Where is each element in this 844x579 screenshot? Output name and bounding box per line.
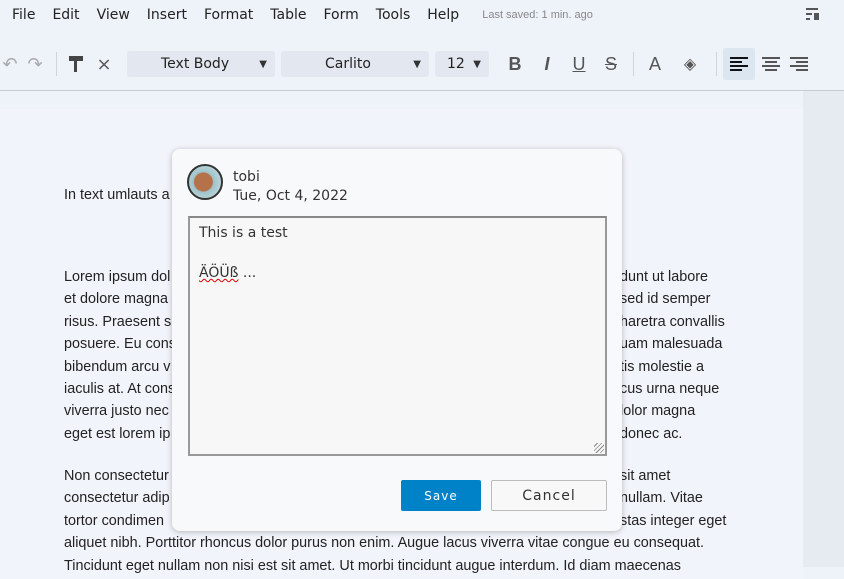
- paragraph-style-value: Text Body: [161, 56, 230, 72]
- toolbar-divider: [56, 52, 57, 76]
- menu-tools[interactable]: Tools: [376, 7, 411, 23]
- align-left-icon[interactable]: [723, 48, 755, 80]
- menu-file[interactable]: File: [12, 7, 35, 23]
- chevron-down-icon: ▼: [413, 58, 421, 70]
- menu-edit[interactable]: Edit: [52, 7, 79, 23]
- document-text-line: eget est lorem ip: [64, 425, 171, 442]
- comment-dialog: tobi Tue, Oct 4, 2022 This is a test ÄÖÜ…: [172, 149, 622, 531]
- font-select[interactable]: Carlito ▼: [281, 51, 429, 77]
- document-text-line: tortor condimen: [64, 512, 164, 529]
- document-text-line-fragment: lolor magna: [620, 403, 696, 420]
- menu-bar: File Edit View Insert Format Table Form …: [0, 0, 844, 30]
- toolbar-divider: [633, 52, 634, 76]
- document-text-line-fragment: stas integer eget: [620, 512, 727, 529]
- avatar: [187, 164, 223, 200]
- document-text-line-fragment: haretra convallis: [620, 313, 725, 330]
- comment-date: Tue, Oct 4, 2022: [233, 188, 348, 204]
- document-text-line: Tincidunt eget nullam non nisi est sit a…: [64, 557, 681, 574]
- document-text-line: aliquet nibh. Porttitor rhoncus dolor pu…: [64, 535, 704, 552]
- chevron-down-icon: ▼: [259, 58, 267, 70]
- document-text-line: viverra justo nec: [64, 403, 169, 420]
- document-text-line: et dolore magna: [64, 291, 169, 308]
- sidebar-toggle-icon[interactable]: [806, 7, 820, 21]
- toolbar: ↶ ↷ ⨯ Text Body ▼ Carlito ▼ 12 ▼ B I U S A …: [0, 40, 844, 88]
- document-text-line: Lorem ipsum dol: [64, 269, 171, 285]
- document-text-line-fragment: tis molestie a: [620, 358, 704, 375]
- undo-icon[interactable]: ↶: [0, 48, 20, 80]
- menu-help[interactable]: Help: [427, 7, 459, 23]
- document-text-line-fragment: sed id semper: [620, 291, 711, 308]
- comment-textarea[interactable]: This is a test ÄÖÜß ...: [188, 216, 607, 456]
- misspelled-word[interactable]: ÄÖÜß: [199, 265, 238, 281]
- strikethrough-button[interactable]: S: [595, 48, 627, 80]
- redo-icon[interactable]: ↷: [20, 48, 50, 80]
- toolbar-divider: [716, 52, 717, 76]
- font-size-value: 12: [447, 56, 465, 72]
- document-text-line-fragment: sit amet: [620, 468, 671, 484]
- comment-line: This is a test: [199, 225, 288, 241]
- clear-formatting-icon[interactable]: ⨯: [89, 48, 119, 80]
- menu-insert[interactable]: Insert: [147, 7, 187, 23]
- comment-line: ...: [238, 265, 257, 281]
- resize-handle[interactable]: [594, 443, 604, 453]
- bold-button[interactable]: B: [499, 48, 531, 80]
- document-text-line-fragment: nullam. Vitae: [620, 490, 703, 507]
- menu-view[interactable]: View: [97, 7, 130, 23]
- document-text-line: iaculis at. At cons: [64, 381, 176, 397]
- menu-table[interactable]: Table: [270, 7, 306, 23]
- save-button[interactable]: Save: [401, 480, 481, 511]
- toolbar-divider-line: [0, 90, 844, 91]
- document-text-line: consectetur adip: [64, 490, 170, 507]
- document-text-line-fragment: uam malesuada: [620, 336, 723, 353]
- document-scroll-area[interactable]: [803, 91, 844, 567]
- document-text-line: bibendum arcu v: [64, 358, 171, 375]
- comment-author: tobi: [233, 169, 260, 185]
- document-text-line-fragment: donec ac.: [620, 425, 683, 442]
- font-size-select[interactable]: 12 ▼: [435, 51, 489, 77]
- document-text-line-fragment: cus urna neque: [620, 381, 720, 397]
- font-color-button[interactable]: A: [640, 48, 670, 80]
- menu-form[interactable]: Form: [324, 7, 359, 23]
- document-text-line: In text umlauts a: [64, 187, 170, 203]
- clone-formatting-icon[interactable]: [63, 48, 89, 80]
- chevron-down-icon: ▼: [473, 58, 481, 70]
- italic-button[interactable]: I: [531, 48, 563, 80]
- document-text-line: posuere. Eu cons: [64, 336, 176, 353]
- document-text-line-fragment: dunt ut labore: [620, 269, 709, 285]
- paragraph-style-select[interactable]: Text Body ▼: [127, 51, 275, 77]
- underline-button[interactable]: U: [563, 48, 595, 80]
- align-center-icon[interactable]: [755, 48, 787, 80]
- cancel-button[interactable]: Cancel: [491, 480, 607, 511]
- last-saved-status: Last saved: 1 min. ago: [482, 9, 593, 21]
- font-value: Carlito: [325, 56, 371, 72]
- menu-format[interactable]: Format: [204, 7, 253, 23]
- align-right-icon[interactable]: [787, 48, 811, 80]
- highlight-color-icon[interactable]: ◈: [670, 48, 710, 80]
- document-text-line: Non consectetur: [64, 468, 169, 484]
- document-text-line: risus. Praesent s: [64, 313, 172, 330]
